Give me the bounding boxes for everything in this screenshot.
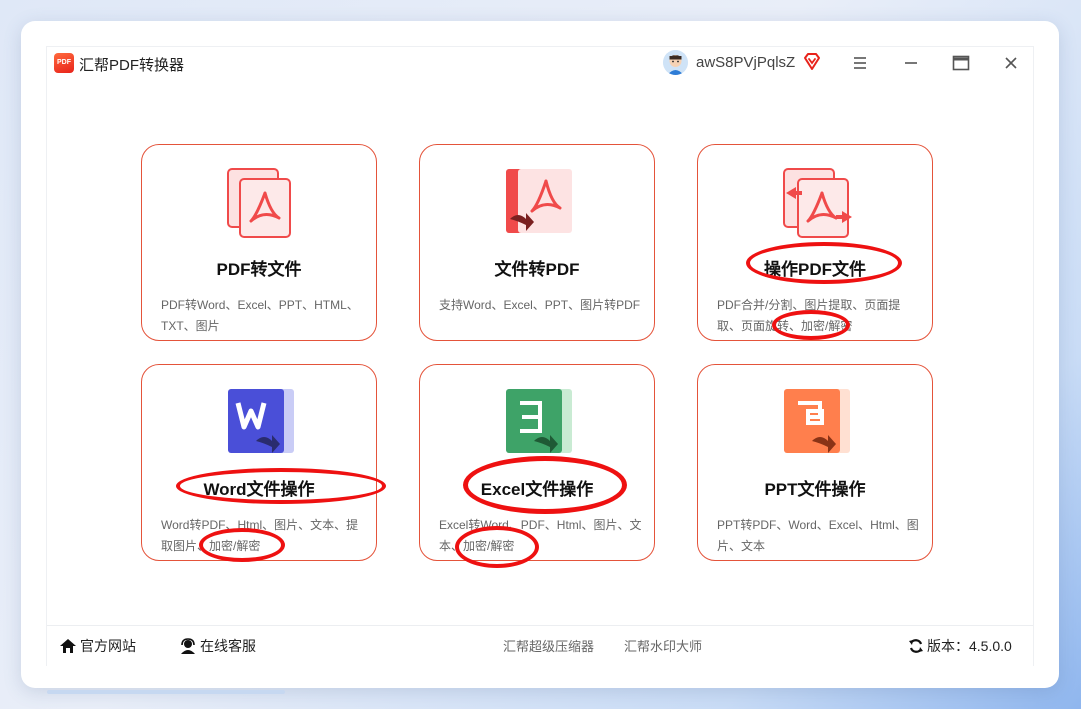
website-link[interactable]: 官方网站 bbox=[59, 636, 136, 657]
card-title: PPT文件操作 bbox=[764, 480, 866, 499]
version-label: 版本：4.5.0.0 bbox=[927, 638, 1012, 654]
app-body: PDF 汇帮PDF转换器 awS8PVjPqlsZ PDF转文件 PDF转Wor… bbox=[47, 47, 1033, 666]
file-to-pdf-icon bbox=[500, 167, 578, 239]
headset-icon bbox=[179, 638, 197, 657]
menu-icon[interactable] bbox=[847, 51, 873, 75]
card-title: Word文件操作 bbox=[203, 480, 315, 499]
website-label: 官方网站 bbox=[80, 638, 136, 654]
card-title: Excel文件操作 bbox=[480, 480, 594, 499]
watermark-link[interactable]: 汇帮水印大师 bbox=[624, 636, 702, 655]
card-desc: 支持Word、Excel、PPT、图片转PDF bbox=[439, 298, 641, 312]
support-label: 在线客服 bbox=[200, 638, 256, 654]
horizontal-scrollbar[interactable] bbox=[47, 690, 285, 694]
card-desc: PPT转PDF、Word、Excel、Html、图片、文本 bbox=[717, 518, 919, 553]
pdf-to-file-icon bbox=[222, 167, 300, 239]
pdf-operate-icon bbox=[778, 167, 856, 239]
app-window: PDF 汇帮PDF转换器 awS8PVjPqlsZ PDF转文件 PDF转Wor… bbox=[21, 21, 1059, 688]
compressor-link[interactable]: 汇帮超级压缩器 bbox=[503, 636, 594, 655]
avatar[interactable] bbox=[663, 50, 688, 75]
support-link[interactable]: 在线客服 bbox=[179, 636, 256, 657]
card-desc: PDF合并/分割、图片提取、页面提取、页面旋转、加密/解密 bbox=[717, 298, 901, 333]
card-title: 操作PDF文件 bbox=[764, 260, 866, 279]
word-icon bbox=[222, 387, 300, 459]
version-info[interactable]: 版本：4.5.0.0 bbox=[908, 636, 1012, 657]
title-bar: PDF 汇帮PDF转换器 awS8PVjPqlsZ bbox=[47, 47, 1033, 79]
username[interactable]: awS8PVjPqlsZ bbox=[696, 54, 795, 71]
ppt-icon bbox=[778, 387, 856, 459]
home-icon bbox=[59, 638, 77, 657]
card-title: PDF转文件 bbox=[216, 260, 302, 279]
card-excel[interactable]: Excel文件操作 Excel转Word、PDF、Html、图片、文本、加密/解… bbox=[419, 364, 655, 561]
app-title: 汇帮PDF转换器 bbox=[79, 57, 185, 74]
card-ppt[interactable]: PPT文件操作 PPT转PDF、Word、Excel、Html、图片、文本 bbox=[697, 364, 933, 561]
card-desc: Excel转Word、PDF、Html、图片、文本、加密/解密 bbox=[439, 518, 642, 553]
vip-badge-icon[interactable] bbox=[802, 52, 822, 77]
card-pdf-to-file[interactable]: PDF转文件 PDF转Word、Excel、PPT、HTML、TXT、图片 bbox=[141, 144, 377, 341]
maximize-icon[interactable] bbox=[948, 51, 974, 75]
footer-bar: 官方网站 在线客服 汇帮超级压缩器 汇帮水印大师 版本：4.5.0.0 bbox=[47, 625, 1033, 666]
excel-icon bbox=[500, 387, 578, 459]
card-file-to-pdf[interactable]: 文件转PDF 支持Word、Excel、PPT、图片转PDF bbox=[419, 144, 655, 341]
card-word[interactable]: Word文件操作 Word转PDF、Html、图片、文本、提取图片、加密/解密 bbox=[141, 364, 377, 561]
card-desc: PDF转Word、Excel、PPT、HTML、TXT、图片 bbox=[161, 298, 359, 333]
refresh-icon bbox=[908, 638, 924, 657]
card-title: 文件转PDF bbox=[494, 260, 580, 279]
app-logo-icon: PDF bbox=[54, 53, 74, 73]
close-icon[interactable] bbox=[998, 51, 1024, 75]
card-desc: Word转PDF、Html、图片、文本、提取图片、加密/解密 bbox=[161, 518, 359, 553]
card-pdf-operate[interactable]: 操作PDF文件 PDF合并/分割、图片提取、页面提取、页面旋转、加密/解密 bbox=[697, 144, 933, 341]
minimize-icon[interactable] bbox=[898, 51, 924, 75]
